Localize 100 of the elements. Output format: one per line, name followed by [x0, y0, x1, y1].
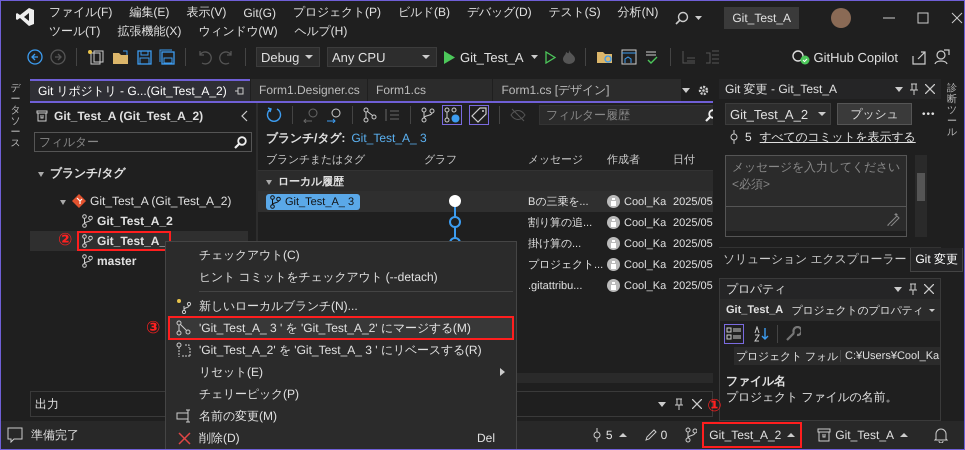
tree-item[interactable]: Git_Test_A (Git_Test_A_2) [90, 194, 232, 208]
filter-field[interactable]: フィルター [34, 132, 252, 152]
vertical-scrollbar[interactable] [915, 155, 927, 237]
new-item-icon[interactable] [87, 49, 105, 65]
menu-item[interactable]: チェリーピック(P) [169, 383, 513, 405]
open-folder-icon[interactable] [112, 50, 130, 64]
branch-status-button[interactable]: Git_Test_A_2 [703, 423, 802, 447]
window-home-icon[interactable] [620, 49, 637, 65]
close-icon[interactable] [951, 12, 964, 24]
menu-item[interactable]: 拡張機能(X) [117, 23, 182, 40]
branch-icon[interactable] [421, 107, 435, 123]
maximize-icon[interactable] [917, 12, 930, 24]
sort-alphabetical-icon[interactable] [754, 326, 770, 342]
menu-item[interactable]: ファイル(F) [49, 4, 112, 21]
menu-item[interactable]: 新しいローカルブランチ(N)... [169, 295, 513, 317]
column-header[interactable]: 作成者 [607, 152, 673, 167]
caret-icon[interactable] [894, 286, 902, 292]
menu-item[interactable]: ヒント コミットをチェックアウト (--detach) [169, 266, 513, 288]
document-tab[interactable]: Git リポジトリ - G...(Git_Test_A_2) [30, 79, 250, 101]
panel-tab[interactable]: Git 変更 [910, 248, 964, 272]
side-tab[interactable]: 診断ツール [947, 83, 957, 138]
branch-tag[interactable]: Git_Test_A_ 3 [266, 194, 360, 210]
fetch-icon[interactable] [303, 107, 319, 123]
play-icon[interactable] [444, 50, 455, 64]
feedback-icon[interactable] [934, 49, 950, 65]
settings-icon[interactable] [698, 84, 709, 96]
branch-dropdown[interactable]: Git_Test_A_2 [725, 103, 832, 125]
back-icon[interactable] [27, 49, 43, 65]
toggle-button[interactable] [442, 105, 462, 125]
menu-item[interactable]: 削除(D) Del [169, 427, 513, 449]
close-icon[interactable] [925, 84, 935, 94]
branch-icon[interactable] [363, 107, 377, 123]
bell-icon[interactable] [934, 428, 948, 442]
caret-icon[interactable] [895, 86, 903, 92]
caret-icon[interactable] [530, 55, 538, 59]
menu-item[interactable]: ツール(T) [49, 23, 100, 40]
pin-icon[interactable] [909, 83, 919, 95]
menu-item[interactable]: リセット(E) [169, 361, 513, 383]
push-button[interactable]: プッシュ [837, 103, 912, 125]
side-tab[interactable]: データソース [10, 83, 20, 149]
menu-item[interactable]: 編集(E) [129, 4, 170, 21]
search-icon[interactable] [234, 136, 247, 149]
column-header[interactable]: グラフ [424, 152, 528, 167]
start-debugging-button[interactable]: Git_Test_A [460, 50, 524, 64]
spellcheck-icon[interactable] [644, 49, 660, 65]
branch-item[interactable]: Git_Test_A_ [97, 234, 166, 248]
menu-item[interactable]: ウィンドウ(W) [198, 23, 278, 40]
play-outline-icon[interactable] [544, 50, 556, 64]
menu-item[interactable]: 'Git_Test_A_ 3 ' を 'Git_Test_A_2' にマージする(M) [169, 317, 513, 339]
branch-item[interactable]: master [97, 254, 136, 268]
column-header[interactable]: ブランチまたはタグ [258, 152, 424, 167]
commit-message-field[interactable]: メッセージを入力してください <必須> [725, 155, 907, 237]
sparkle-pen-icon[interactable] [886, 212, 900, 226]
expand-arrow-icon[interactable] [266, 180, 272, 184]
more-button[interactable]: ••• [922, 108, 936, 120]
expand-arrow-icon[interactable] [38, 172, 44, 176]
copilot-icon[interactable] [792, 49, 810, 65]
column-header[interactable]: 日付 [673, 152, 713, 167]
menu-item[interactable]: 名前の変更(M) [169, 405, 513, 427]
pin-icon[interactable] [908, 283, 918, 295]
pull-icon[interactable] [326, 107, 342, 123]
wrench-icon[interactable] [785, 326, 801, 342]
menu-item[interactable]: ヘルプ(H) [294, 23, 348, 40]
menu-item[interactable]: チェックアウト(C) [169, 244, 513, 266]
menu-item[interactable]: 分析(N) [618, 4, 658, 21]
tree-item[interactable]: ブランチ/タグ [50, 164, 126, 182]
close-icon[interactable] [924, 284, 934, 294]
caret-icon[interactable] [658, 402, 666, 406]
copilot-button[interactable]: GitHub Copilot [813, 50, 898, 64]
document-tab[interactable]: Form1.cs [368, 79, 492, 101]
menu-item[interactable]: ビルド(B) [398, 4, 450, 21]
save-icon[interactable] [137, 50, 152, 64]
platform-dropdown[interactable]: Any CPU [327, 47, 437, 67]
caret-icon[interactable] [682, 88, 690, 92]
expand-arrow-icon[interactable] [60, 200, 66, 204]
folder-search-icon[interactable] [596, 50, 614, 64]
panel-tab[interactable]: ソリューション エクスプローラー [719, 248, 910, 272]
property-value[interactable]: C:¥Users¥Cool_Ka [840, 350, 940, 362]
menu-item[interactable]: 表示(V) [186, 4, 226, 21]
configuration-dropdown[interactable]: Debug [256, 47, 320, 67]
menu-item[interactable]: デバッグ(D) [467, 4, 532, 21]
search-icon[interactable] [675, 11, 690, 25]
document-tab[interactable]: Form1.cs [デザイン] [493, 79, 681, 101]
close-icon[interactable] [692, 399, 702, 409]
menu-item[interactable]: テスト(S) [548, 4, 601, 21]
menu-item[interactable]: プロジェクト(P) [293, 4, 381, 21]
pin-icon[interactable] [234, 86, 245, 96]
history-filter-field[interactable]: フィルター履歴 [539, 105, 713, 125]
changes-status[interactable]: 0 [644, 428, 668, 442]
list-indent-icon[interactable] [384, 107, 400, 123]
toggle-button[interactable] [469, 105, 489, 125]
repository-status[interactable]: Git_Test_A [817, 428, 908, 442]
commits-status[interactable]: 5 [592, 428, 627, 442]
avatar[interactable] [831, 8, 852, 28]
categorized-button[interactable] [724, 324, 744, 344]
document-tab[interactable]: Form1.Designer.cs [251, 79, 367, 101]
branch-item[interactable]: Git_Test_A_2 [97, 214, 173, 228]
refresh-icon[interactable] [266, 107, 282, 123]
menu-item[interactable]: Git(G) [243, 6, 276, 20]
group-header[interactable]: ローカル履歴 [278, 174, 344, 188]
